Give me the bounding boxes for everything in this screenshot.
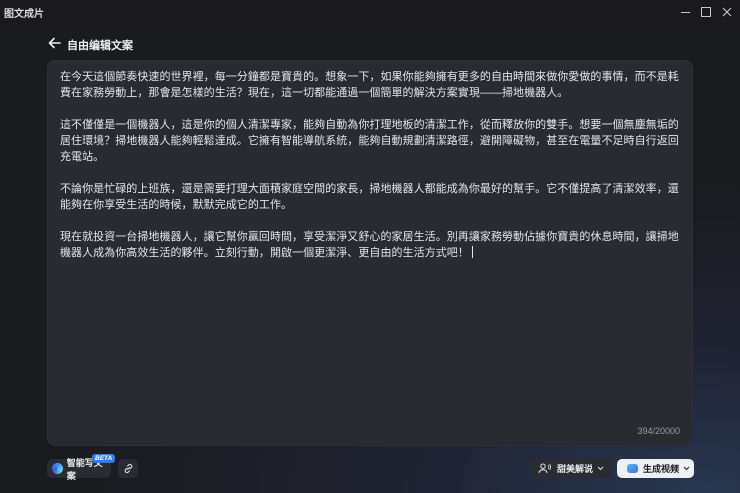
maximize-button[interactable] <box>695 2 717 22</box>
minimize-button[interactable] <box>674 2 696 22</box>
beta-badge: BETA <box>92 454 116 463</box>
paragraph-4-text: 現在就投資一台掃地機器人，讓它幫你贏回時間，享受潔淨又舒心的家居生活。別再讓家務… <box>60 231 679 259</box>
character-count: 394/20000 <box>637 426 680 436</box>
chevron-down-icon <box>597 466 604 471</box>
minimize-icon <box>680 11 690 13</box>
ai-sparkle-icon <box>52 463 63 474</box>
generate-video-button[interactable]: 生成视频 <box>617 459 694 478</box>
maximize-icon <box>701 7 711 17</box>
video-icon <box>627 464 638 473</box>
page-title: 自由编辑文案 <box>67 40 133 52</box>
arrow-left-icon <box>48 37 61 49</box>
voice-label: 甜美解说 <box>557 464 594 474</box>
back-button[interactable] <box>46 35 62 51</box>
close-icon <box>722 7 732 17</box>
app-window: 图文成片 自由编辑文案 在今天這個節奏快速的世界裡，每一分鐘都是寶貴的。想象一下… <box>0 0 740 493</box>
text-cursor <box>471 246 473 258</box>
paragraph-1: 在今天這個節奏快速的世界裡，每一分鐘都是寶貴的。想象一下，如果你能夠擁有更多的自… <box>60 71 679 99</box>
chevron-down-icon <box>683 466 690 471</box>
generate-video-label: 生成视频 <box>643 464 680 474</box>
app-title: 图文成片 <box>4 9 44 20</box>
paragraph-2: 這不僅僅是一個機器人，這是你的個人清潔專家，能夠自動為你打理地板的清潔工作，從而… <box>60 119 679 163</box>
voice-select-button[interactable]: 甜美解说 <box>532 459 612 478</box>
title-bar: 图文成片 <box>0 0 740 24</box>
link-button[interactable] <box>118 459 138 478</box>
script-textarea[interactable]: 在今天這個節奏快速的世界裡，每一分鐘都是寶貴的。想象一下，如果你能夠擁有更多的自… <box>60 69 684 277</box>
paragraph-4: 現在就投資一台掃地機器人，讓它幫你贏回時間，享受潔淨又舒心的家居生活。別再讓家務… <box>60 229 684 261</box>
link-icon <box>124 463 132 474</box>
script-editor[interactable]: 在今天這個節奏快速的世界裡，每一分鐘都是寶貴的。想象一下，如果你能夠擁有更多的自… <box>47 60 693 446</box>
close-button[interactable] <box>716 2 738 22</box>
paragraph-3: 不論你是忙碌的上班族，還是需要打理大面積家庭空間的家長，掃地機器人都能成為你最好… <box>60 183 679 211</box>
person-voice-icon <box>538 463 551 474</box>
